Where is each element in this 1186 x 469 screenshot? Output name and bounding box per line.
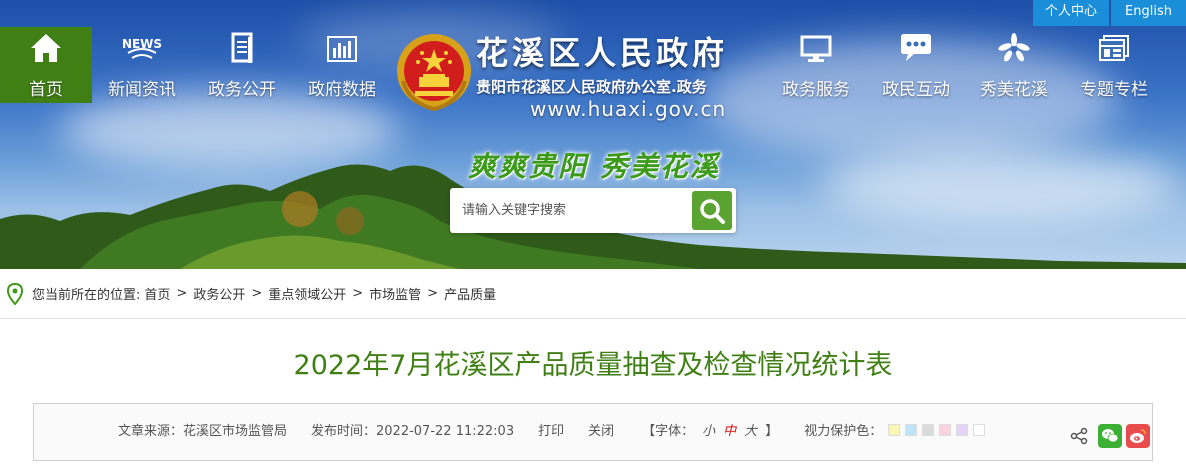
breadcrumb-key-areas[interactable]: 重点领域公开 xyxy=(268,284,346,303)
monitor-icon xyxy=(800,35,832,62)
breadcrumb-separator: > xyxy=(352,286,364,301)
search-input[interactable] xyxy=(450,188,692,233)
search-button[interactable] xyxy=(692,191,732,230)
print-button[interactable]: 打印 xyxy=(538,420,564,439)
bar-chart-icon xyxy=(327,36,357,62)
search-box xyxy=(450,188,736,233)
swatch-pink[interactable] xyxy=(939,423,952,436)
nav-gov-service[interactable]: 政务服务 xyxy=(770,27,862,103)
font-size-large-button[interactable]: 大 xyxy=(744,420,757,439)
share-icon[interactable] xyxy=(1070,427,1088,445)
flower-icon xyxy=(998,33,1030,62)
english-link[interactable]: English xyxy=(1111,0,1186,26)
nav-gov-data-label: 政府数据 xyxy=(308,80,376,100)
wechat-share-button[interactable] xyxy=(1098,424,1122,448)
personal-center-link[interactable]: 个人中心 xyxy=(1033,0,1110,26)
nav-beautiful-huaxi[interactable]: 秀美花溪 xyxy=(968,27,1060,103)
weibo-icon xyxy=(1130,429,1146,443)
chat-bubble-icon xyxy=(901,34,931,61)
wechat-icon xyxy=(1102,429,1119,443)
nav-home[interactable]: 首页 xyxy=(0,27,92,103)
nav-gov-service-label: 政务服务 xyxy=(782,80,850,100)
header-banner: 个人中心 English 首页 NEWS 新闻资讯 政务公开 政府数据 花溪区人… xyxy=(0,0,1186,269)
swatch-white[interactable] xyxy=(973,423,986,436)
swatch-yellow[interactable] xyxy=(888,423,901,436)
breadcrumb-separator: > xyxy=(176,286,188,301)
nav-special-topics[interactable]: 专题专栏 xyxy=(1068,27,1160,103)
font-size-small-button[interactable]: 小 xyxy=(702,420,715,439)
windows-icon xyxy=(1099,35,1129,61)
site-subtitle: 贵阳市花溪区人民政府办公室.政务 xyxy=(476,78,707,96)
breadcrumb-product-quality[interactable]: 产品质量 xyxy=(444,284,496,303)
font-size-label-end: 】 xyxy=(765,424,779,439)
close-button[interactable]: 关闭 xyxy=(588,420,614,439)
article-source: 文章来源：花溪区市场监管局 xyxy=(118,424,288,439)
article-meta-bar: 文章来源：花溪区市场监管局 发布时间：2022-07-22 11:22:03 打… xyxy=(33,403,1153,461)
nav-special-topics-label: 专题专栏 xyxy=(1080,80,1148,100)
article-title: 2022年7月花溪区产品质量抽查及检查情况统计表 xyxy=(293,350,893,381)
font-size-selector: 【字体： 小 中 大 】 xyxy=(638,420,782,439)
article-meta-row: 文章来源：花溪区市场监管局 发布时间：2022-07-22 11:22:03 打… xyxy=(118,420,990,439)
top-link-bar: 个人中心 English xyxy=(1033,0,1186,26)
swatch-purple[interactable] xyxy=(956,423,969,436)
swatch-blue[interactable] xyxy=(905,423,918,436)
nav-home-label: 首页 xyxy=(29,80,63,100)
breadcrumb-market-supervision[interactable]: 市场监管 xyxy=(369,284,421,303)
breadcrumb-separator: > xyxy=(427,286,439,301)
breadcrumb-separator: > xyxy=(251,286,263,301)
home-icon xyxy=(31,34,61,62)
font-size-medium-button[interactable]: 中 xyxy=(723,420,736,439)
nav-news[interactable]: NEWS 新闻资讯 xyxy=(96,27,188,103)
national-emblem-logo xyxy=(397,34,471,112)
nav-gov-data[interactable]: 政府数据 xyxy=(296,27,388,103)
nav-news-label: 新闻资讯 xyxy=(108,80,176,100)
breadcrumb: 您当前所在的位置: 首页 > 政务公开 > 重点领域公开 > 市场监管 > 产品… xyxy=(0,269,1186,319)
document-icon xyxy=(231,32,253,63)
eye-protection-swatches xyxy=(888,423,990,436)
nav-gov-open[interactable]: 政务公开 xyxy=(196,27,288,103)
weibo-share-button[interactable] xyxy=(1126,424,1150,448)
eye-protection-label: 视力保护色： xyxy=(804,424,883,439)
breadcrumb-gov-open[interactable]: 政务公开 xyxy=(193,284,245,303)
article-publish-time: 发布时间：2022-07-22 11:22:03 xyxy=(311,424,515,439)
nav-interaction-label: 政民互动 xyxy=(882,80,950,100)
breadcrumb-prefix: 您当前所在的位置: xyxy=(32,288,141,303)
swatch-gray[interactable] xyxy=(922,423,935,436)
site-url: www.huaxi.gov.cn xyxy=(530,97,727,121)
search-icon xyxy=(700,198,725,224)
slogan: 爽爽贵阳 秀美花溪 xyxy=(468,150,720,183)
font-size-label: 【字体： xyxy=(642,424,695,439)
site-title: 花溪区人民政府 xyxy=(476,34,729,72)
news-icon: NEWS xyxy=(122,37,162,59)
location-pin-icon xyxy=(6,282,24,305)
share-area xyxy=(1070,424,1150,448)
nav-interaction[interactable]: 政民互动 xyxy=(870,27,962,103)
breadcrumb-home[interactable]: 首页 xyxy=(144,284,170,303)
nav-gov-open-label: 政务公开 xyxy=(208,80,276,100)
nav-beautiful-huaxi-label: 秀美花溪 xyxy=(980,80,1048,100)
